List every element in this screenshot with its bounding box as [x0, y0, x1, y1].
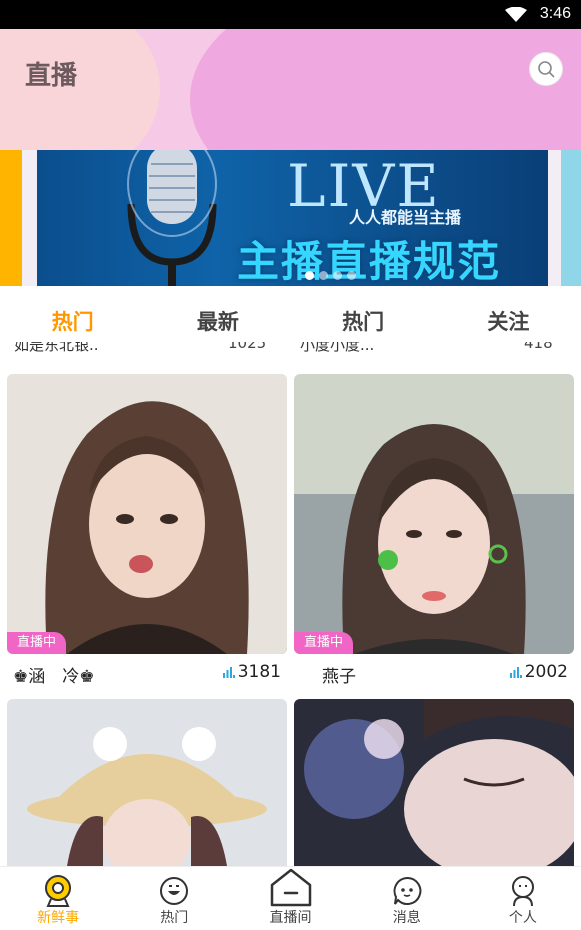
- streamer-portrait: [294, 699, 574, 866]
- nav-label: 热门: [160, 910, 189, 926]
- bottom-navigation: 新鲜事 热门 直播间 消息 个人: [0, 866, 581, 930]
- nav-label: 消息: [392, 910, 421, 926]
- carousel-dot[interactable]: [333, 271, 342, 280]
- viewer-count-group: 3181: [222, 662, 281, 682]
- tab-latest[interactable]: 最新: [145, 296, 290, 344]
- header-decoration: [0, 29, 160, 150]
- streamer-name: 燕子: [322, 667, 356, 687]
- nav-item-news[interactable]: 新鲜事: [0, 867, 116, 930]
- carousel-dot[interactable]: [305, 271, 314, 280]
- nav-item-messages[interactable]: 消息: [349, 867, 465, 930]
- smile-icon: [160, 877, 189, 905]
- microphone-icon: [127, 150, 217, 286]
- wifi-icon: [505, 7, 527, 22]
- streamer-name: 如是东北银..: [14, 342, 99, 354]
- banner-carousel[interactable]: LIVE 人人都能当主播 主播直播规范: [0, 150, 581, 286]
- carousel-indicator: [305, 271, 356, 280]
- viewer-count: 2002: [524, 662, 568, 682]
- stream-thumbnail[interactable]: [7, 699, 287, 866]
- banner-next-slide[interactable]: [561, 150, 581, 286]
- header-decoration: [190, 29, 581, 150]
- viewer-count-group: 2002: [509, 662, 568, 682]
- stream-thumbnail[interactable]: 直播中: [7, 374, 287, 654]
- streamer-portrait: [7, 374, 287, 654]
- live-badge: 直播中: [7, 632, 66, 654]
- partial-row: 如是东北银.. 1025 小度小度... 418: [0, 342, 581, 364]
- banner-slide[interactable]: LIVE 人人都能当主播 主播直播规范: [37, 150, 548, 286]
- stream-thumbnail[interactable]: 直播中: [294, 374, 574, 654]
- nav-label: 新鲜事: [37, 910, 80, 926]
- header: 直播: [0, 29, 581, 150]
- carousel-dot[interactable]: [347, 271, 356, 280]
- tab-following[interactable]: 关注: [436, 296, 581, 344]
- tab-popular[interactable]: 热门: [291, 296, 436, 344]
- search-button[interactable]: [529, 52, 563, 86]
- search-icon: [538, 61, 555, 78]
- category-tabs: 热门 最新 热门 关注: [0, 296, 581, 344]
- page-title: 直播: [25, 61, 78, 91]
- viewer-count: 418: [524, 342, 553, 352]
- streamer-portrait: [294, 374, 574, 654]
- nav-item-profile[interactable]: 个人: [465, 867, 581, 930]
- nav-item-live-room[interactable]: 直播间: [232, 867, 348, 930]
- streamer-name: 小度小度...: [300, 342, 375, 354]
- signal-bars-icon: [509, 667, 522, 678]
- nav-label: 直播间: [269, 910, 312, 926]
- status-bar: 3:46: [0, 0, 581, 29]
- house-icon: [270, 868, 311, 907]
- banner-slogan: 人人都能当主播: [349, 208, 462, 227]
- viewer-count: 3181: [237, 662, 281, 682]
- camera-icon: [45, 875, 72, 907]
- carousel-dot[interactable]: [319, 271, 328, 280]
- stream-card[interactable]: 直播中 ♚涵 冷♚ 3181: [7, 374, 287, 690]
- live-badge: 直播中: [294, 632, 353, 654]
- chat-face-icon: [393, 876, 422, 905]
- streamer-name: ♚涵 冷♚: [13, 667, 95, 687]
- stream-card[interactable]: [294, 699, 574, 866]
- nav-item-hot[interactable]: 热门: [116, 867, 232, 930]
- person-face-icon: [511, 876, 534, 907]
- streamer-portrait: [7, 699, 287, 866]
- tab-hot[interactable]: 热门: [0, 296, 145, 344]
- banner-prev-slide[interactable]: [0, 150, 22, 286]
- stream-card[interactable]: 直播中 燕子 2002: [294, 374, 574, 690]
- viewer-count: 1025: [228, 342, 267, 352]
- status-time: 3:46: [539, 5, 571, 22]
- stream-card[interactable]: [7, 699, 287, 866]
- nav-label: 个人: [508, 910, 537, 926]
- stream-thumbnail[interactable]: [294, 699, 574, 866]
- banner-headline: 主播直播规范: [237, 237, 502, 286]
- signal-bars-icon: [222, 667, 235, 678]
